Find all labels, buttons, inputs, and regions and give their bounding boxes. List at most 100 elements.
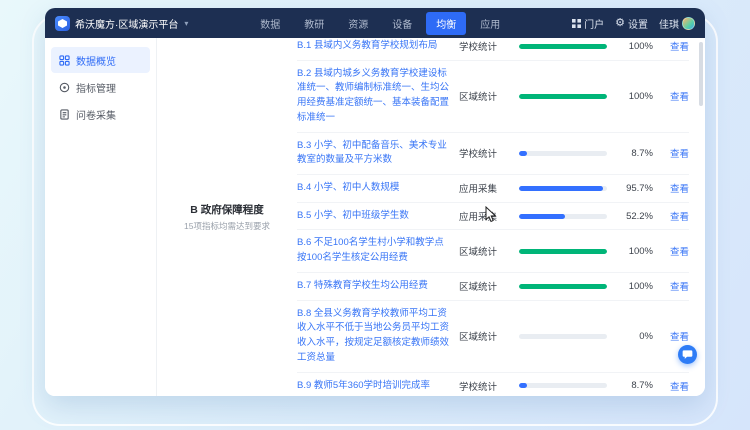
indicator-link[interactable]: B.8 全县义务教育学校教师平均工资收入水平不低于当地公务员平均工资收入水平，按…: [297, 307, 449, 366]
indicator-name-cell: B.7 特殊教育学校生均公用经费: [297, 279, 459, 294]
progress-fill: [519, 249, 607, 254]
progress-track: [519, 44, 607, 49]
view-link[interactable]: 查看: [653, 209, 689, 223]
caret-down-icon: ▾: [184, 19, 188, 28]
progress-fill: [519, 214, 565, 219]
view-link[interactable]: 查看: [653, 146, 689, 160]
group-subtitle: 15项指标均需达到要求: [184, 220, 270, 232]
row-tag: 学校统计: [459, 379, 519, 393]
table-row: B.4 小学、初中人数规模 应用采集 95.7% 查看: [297, 175, 689, 203]
progress-bar: [519, 249, 607, 254]
progress-track: [519, 214, 607, 219]
vertical-scrollbar[interactable]: [699, 42, 703, 106]
progress-track: [519, 249, 607, 254]
table-row: B.3 小学、初中配备音乐、美术专业教室的数量及平方米数 学校统计 8.7% 查…: [297, 133, 689, 175]
row-tag: 学校统计: [459, 146, 519, 160]
brand[interactable]: 希沃魔方·区域演示平台 ▾: [55, 16, 188, 31]
indicator-link[interactable]: B.6 不足100名学生村小学和教学点按100名学生核定公用经费: [297, 236, 449, 265]
view-link[interactable]: 查看: [653, 89, 689, 103]
table-row: B.2 县域内城乡义务教育学校建设标准统一、教师编制标准统一、生均公用经费基准定…: [297, 61, 689, 133]
progress-bar: [519, 383, 607, 388]
nav-item-research[interactable]: 教研: [294, 12, 334, 35]
progress-bar: [519, 186, 607, 191]
indicator-name-cell: B.1 县域内义务教育学校规划布局: [297, 39, 459, 54]
nav-item-resources[interactable]: 资源: [338, 12, 378, 35]
row-tag: 区域统计: [459, 329, 519, 343]
sidebar-item-label: 数据概览: [76, 53, 116, 68]
row-percent: 100%: [607, 281, 653, 292]
nav-item-devices[interactable]: 设备: [382, 12, 422, 35]
indicator-link[interactable]: B.3 小学、初中配备音乐、美术专业教室的数量及平方米数: [297, 139, 449, 168]
indicator-name-cell: B.8 全县义务教育学校教师平均工资收入水平不低于当地公务员平均工资收入水平，按…: [297, 307, 459, 366]
table-row: B.7 特殊教育学校生均公用经费 区域统计 100% 查看: [297, 273, 689, 301]
table-row: B.8 全县义务教育学校教师平均工资收入水平不低于当地公务员平均工资收入水平，按…: [297, 301, 689, 373]
progress-fill: [519, 383, 527, 388]
nav-item-balance[interactable]: 均衡: [426, 12, 466, 35]
top-bar: 希沃魔方·区域演示平台 ▾ 数据 教研 资源 设备 均衡 应用 门户 ⚙ 设置: [45, 8, 705, 38]
view-link[interactable]: 查看: [653, 39, 689, 53]
view-link[interactable]: 查看: [653, 379, 689, 393]
nav-item-apps[interactable]: 应用: [470, 12, 510, 35]
progress-fill: [519, 151, 527, 156]
user-menu[interactable]: 佳琪: [659, 16, 695, 31]
portal-button[interactable]: 门户: [572, 16, 604, 31]
chat-button[interactable]: [678, 345, 697, 364]
row-tag: 学校统计: [459, 39, 519, 53]
sidebar-item-label: 指标管理: [76, 80, 116, 95]
sidebar-item-data-overview[interactable]: 数据概览: [51, 47, 150, 73]
indicator-table: B 政府保障程度 15项指标均需达到要求 B.1 县域内义务教育学校规划布局 学…: [157, 38, 705, 396]
progress-bar: [519, 94, 607, 99]
indicator-name-cell: B.6 不足100名学生村小学和教学点按100名学生核定公用经费: [297, 236, 459, 265]
row-tag: 区域统计: [459, 244, 519, 258]
chat-bubble-icon: [682, 349, 693, 360]
progress-bar: [519, 214, 607, 219]
view-link[interactable]: 查看: [653, 329, 689, 343]
sidebar-item-label: 问卷采集: [76, 107, 116, 122]
indicator-link[interactable]: B.5 小学、初中班级学生数: [297, 209, 449, 224]
progress-bar: [519, 334, 607, 339]
indicator-name-cell: B.9 教师5年360学时培训完成率: [297, 379, 459, 394]
progress-bar: [519, 284, 607, 289]
indicator-name-cell: B.2 县域内城乡义务教育学校建设标准统一、教师编制标准统一、生均公用经费基准定…: [297, 67, 459, 126]
progress-track: [519, 186, 607, 191]
view-link[interactable]: 查看: [653, 244, 689, 258]
table-row: B.5 小学、初中班级学生数 应用采集 52.2% 查看: [297, 203, 689, 231]
data-overview-icon: [59, 55, 70, 66]
indicator-link[interactable]: B.1 县域内义务教育学校规划布局: [297, 39, 449, 54]
table-row: B.1 县域内义务教育学校规划布局 学校统计 100% 查看: [297, 38, 689, 61]
sidebar-item-indicator-management[interactable]: 指标管理: [51, 74, 150, 100]
gear-icon: ⚙: [615, 18, 625, 29]
indicator-link[interactable]: B.2 县域内城乡义务教育学校建设标准统一、教师编制标准统一、生均公用经费基准定…: [297, 67, 449, 126]
sidebar-item-survey-collection[interactable]: 问卷采集: [51, 101, 150, 127]
view-link[interactable]: 查看: [653, 181, 689, 195]
progress-track: [519, 151, 607, 156]
view-link[interactable]: 查看: [653, 279, 689, 293]
user-name: 佳琪: [659, 16, 679, 31]
progress-fill: [519, 44, 607, 49]
survey-doc-icon: [59, 109, 70, 120]
row-tag: 区域统计: [459, 279, 519, 293]
row-tag: 区域统计: [459, 89, 519, 103]
table-rows: B.1 县域内义务教育学校规划布局 学校统计 100% 查看 B.2 县域内城乡…: [297, 38, 705, 396]
progress-track: [519, 383, 607, 388]
row-percent: 100%: [607, 41, 653, 52]
indicator-name-cell: B.4 小学、初中人数规模: [297, 181, 459, 196]
nav-item-data[interactable]: 数据: [250, 12, 290, 35]
settings-button[interactable]: ⚙ 设置: [615, 16, 648, 31]
progress-fill: [519, 94, 607, 99]
portal-grid-icon: [572, 19, 581, 28]
indicator-link[interactable]: B.7 特殊教育学校生均公用经费: [297, 279, 449, 294]
progress-track: [519, 284, 607, 289]
indicator-link[interactable]: B.4 小学、初中人数规模: [297, 181, 449, 196]
settings-label: 设置: [628, 16, 648, 31]
app-body: 数据概览 指标管理 问卷采集 B 政府保障程度 15项指标均需达到要求: [45, 38, 705, 396]
row-tag: 应用采集: [459, 209, 519, 223]
progress-track: [519, 334, 607, 339]
row-percent: 100%: [607, 91, 653, 102]
table-row: B.6 不足100名学生村小学和教学点按100名学生核定公用经费 区域统计 10…: [297, 230, 689, 272]
brand-logo-icon: [55, 16, 70, 31]
indicator-link[interactable]: B.9 教师5年360学时培训完成率: [297, 379, 449, 394]
target-icon: [59, 82, 70, 93]
progress-bar: [519, 44, 607, 49]
top-navigation: 数据 教研 资源 设备 均衡 应用: [250, 12, 510, 35]
